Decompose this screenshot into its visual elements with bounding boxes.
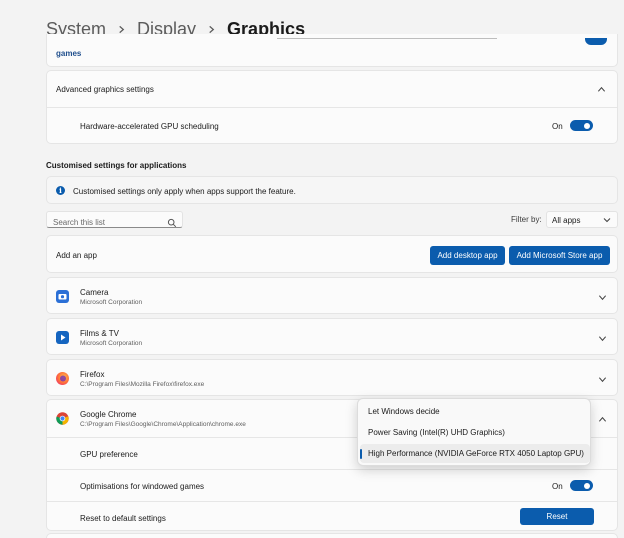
app-publisher: C:\Program Files\Mozilla Firefox\firefox…: [80, 381, 205, 388]
app-row-films-tv[interactable]: Films & TV Microsoft Corporation: [46, 318, 618, 355]
settings-page: System Display Graphics games Advanced g…: [0, 0, 624, 538]
app-publisher: C:\Program Files\Google\Chrome\Applicati…: [80, 421, 246, 428]
app-publisher: Microsoft Corporation: [80, 299, 143, 306]
search-box: [46, 211, 183, 230]
info-icon: i: [56, 186, 65, 195]
windowed-games-label: Optimisations for windowed games: [80, 482, 205, 491]
chevron-right-icon: [207, 25, 216, 34]
reset-label: Reset to default settings: [80, 514, 166, 523]
chevron-down-icon[interactable]: [596, 291, 608, 303]
dropdown-option-high-performance[interactable]: High Performance (NVIDIA GeForce RTX 405…: [360, 444, 590, 463]
gpu-preference-dropdown: Let Windows decide Power Saving (Intel(R…: [357, 398, 591, 466]
chevron-down-icon: [602, 215, 612, 225]
app-row-firefox[interactable]: Firefox C:\Program Files\Mozilla Firefox…: [46, 359, 618, 396]
windowed-games-card: games: [46, 34, 618, 67]
games-text: games: [56, 49, 82, 58]
dropdown-option-let-windows-decide[interactable]: Let Windows decide: [360, 402, 590, 421]
advanced-graphics-header[interactable]: Advanced graphics settings: [47, 71, 617, 108]
windowed-games-state: On: [552, 482, 563, 491]
chevron-up-icon[interactable]: [595, 83, 607, 95]
chrome-icon: [56, 412, 69, 425]
gpu-scheduling-label: Hardware-accelerated GPU scheduling: [80, 122, 219, 131]
info-bar: i Customised settings only apply when ap…: [46, 176, 618, 204]
info-text: Customised settings only apply when apps…: [73, 187, 296, 196]
add-desktop-app-button[interactable]: Add desktop app: [430, 246, 505, 265]
add-app-label: Add an app: [56, 251, 97, 260]
chevron-right-icon: [117, 25, 126, 34]
app-name: Firefox: [80, 370, 105, 379]
chevron-up-icon[interactable]: [596, 413, 608, 425]
add-store-app-button[interactable]: Add Microsoft Store app: [509, 246, 610, 265]
search-icon[interactable]: [167, 215, 177, 228]
search-input[interactable]: [47, 215, 162, 230]
custom-settings-title: Customised settings for applications: [46, 161, 187, 170]
advanced-graphics-card: Advanced graphics settings Hardware-acce…: [46, 70, 618, 144]
app-publisher: Microsoft Corporation: [80, 340, 143, 347]
app-name: Films & TV: [80, 329, 119, 338]
chevron-down-icon[interactable]: [596, 332, 608, 344]
advanced-graphics-title: Advanced graphics settings: [56, 85, 154, 94]
dropdown-option-power-saving[interactable]: Power Saving (Intel(R) UHD Graphics): [360, 423, 590, 442]
dropdown-option-label: High Performance (NVIDIA GeForce RTX 405…: [368, 449, 584, 458]
hidden-text-line: [277, 38, 497, 39]
windowed-games-row: Optimisations for windowed games On: [47, 469, 617, 501]
partial-toggle[interactable]: [585, 38, 607, 45]
add-app-card: Add an app Add desktop app Add Microsoft…: [46, 235, 618, 273]
selection-indicator: [360, 449, 362, 459]
films-tv-icon: [56, 331, 69, 344]
app-name: Google Chrome: [80, 410, 137, 419]
camera-icon: [56, 290, 69, 303]
filter-label: Filter by:: [511, 215, 542, 224]
app-row-camera[interactable]: Camera Microsoft Corporation: [46, 277, 618, 314]
reset-button[interactable]: Reset: [520, 508, 594, 525]
next-card-edge: [46, 533, 618, 538]
gpu-scheduling-toggle[interactable]: [570, 120, 593, 131]
chevron-down-icon[interactable]: [596, 373, 608, 385]
gpu-scheduling-state: On: [552, 122, 563, 131]
windowed-games-toggle[interactable]: [570, 480, 593, 491]
gpu-preference-label: GPU preference: [80, 450, 138, 459]
filter-value: All apps: [552, 216, 581, 225]
app-name: Camera: [80, 288, 109, 297]
filter-select[interactable]: All apps: [546, 211, 618, 228]
firefox-icon: [56, 372, 69, 385]
